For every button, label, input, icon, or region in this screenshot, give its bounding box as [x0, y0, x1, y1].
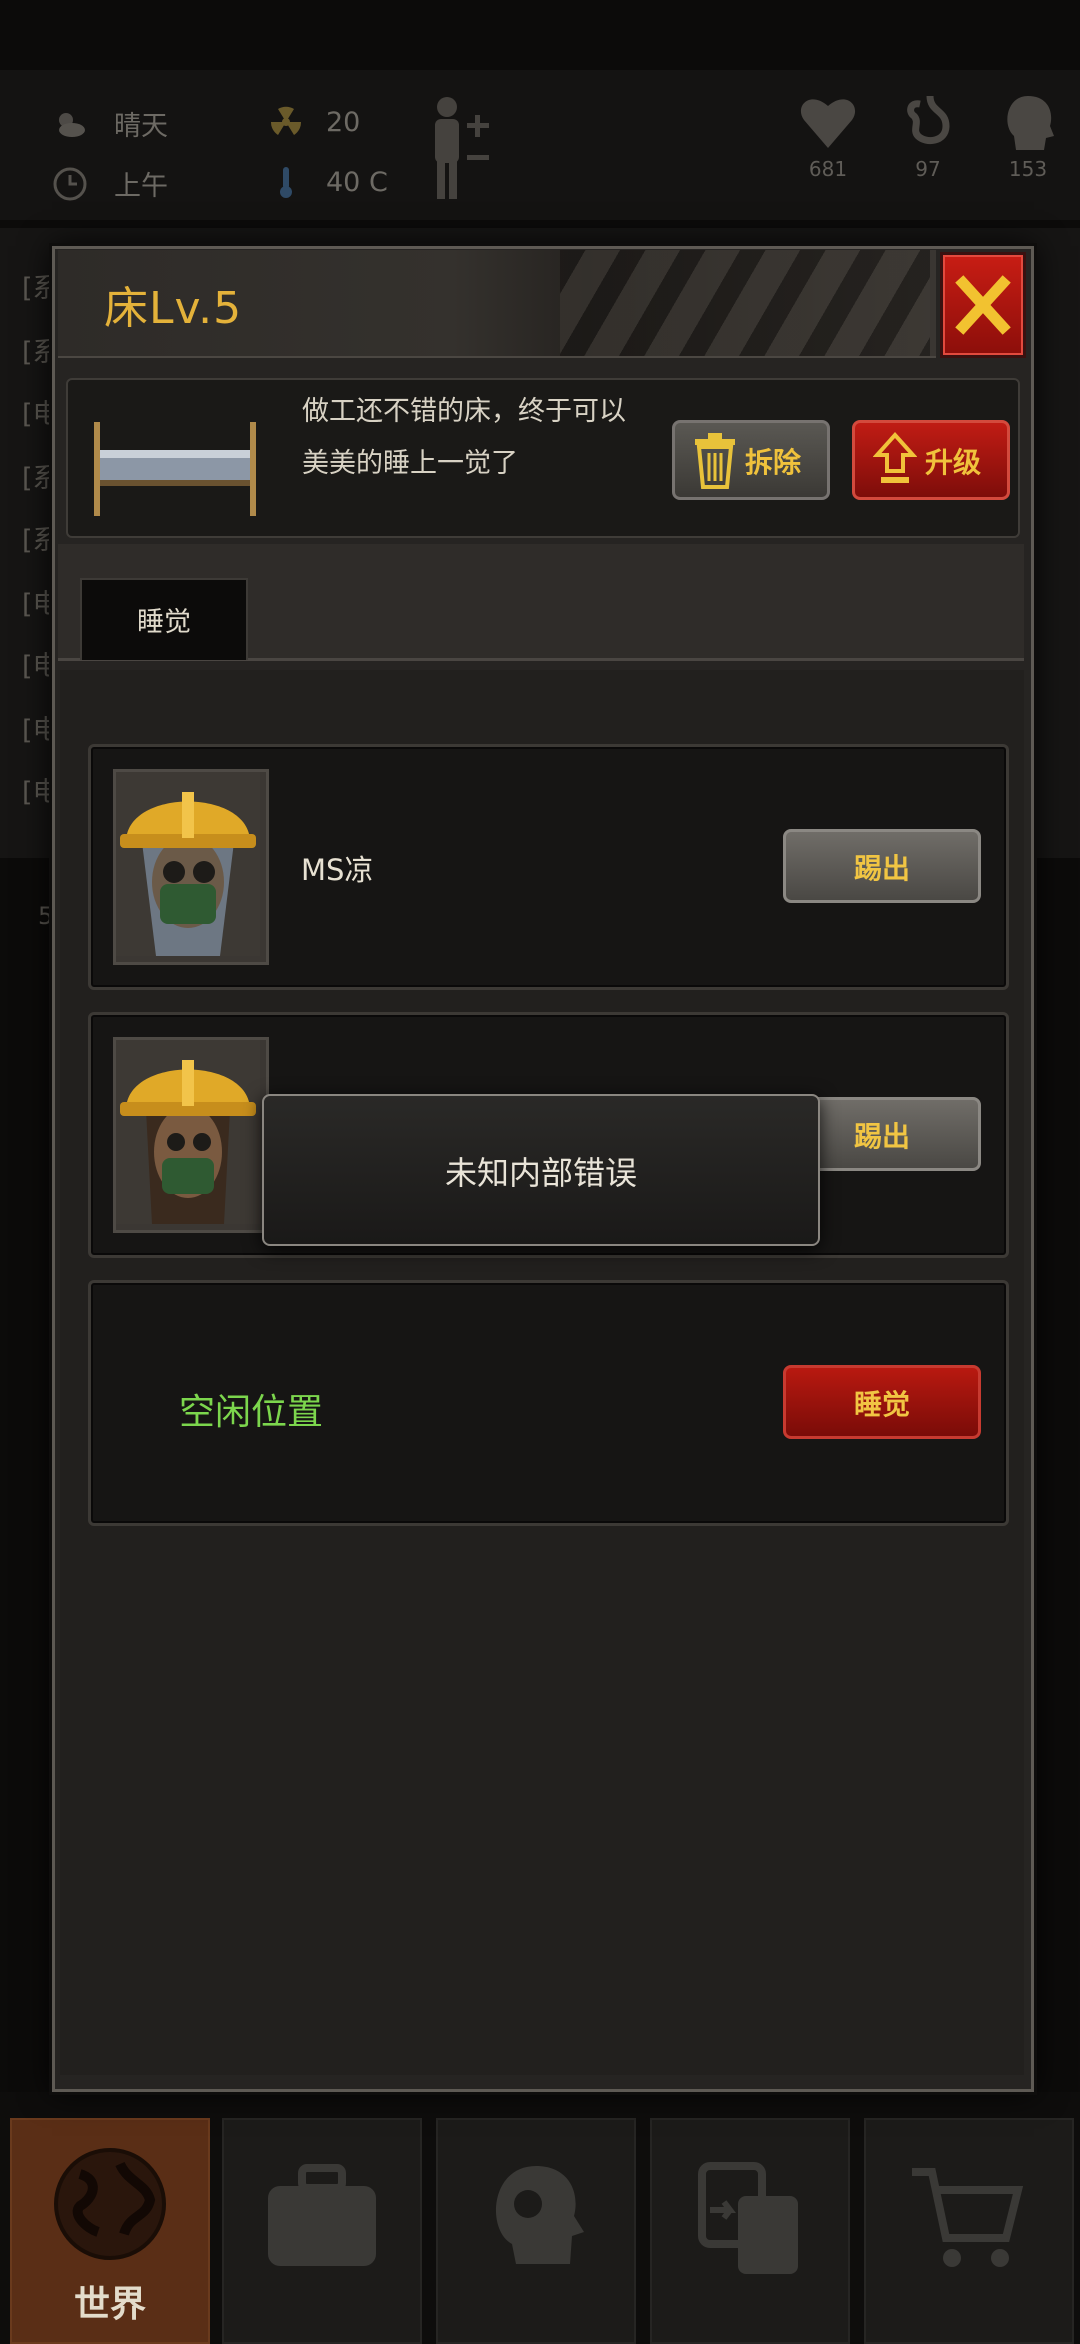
person-add-remove-icon[interactable]	[425, 95, 505, 205]
nav-skills-button[interactable]	[436, 2118, 636, 2344]
kick-out-button[interactable]: 踢出	[783, 829, 981, 903]
bed-icon	[94, 422, 256, 516]
log-number: 5	[38, 902, 54, 930]
heart-icon	[800, 99, 856, 148]
dismantle-button[interactable]: 拆除	[672, 420, 830, 500]
suitcase-icon	[268, 2164, 376, 2266]
close-button[interactable]	[940, 252, 1026, 358]
cart-icon	[912, 2168, 1024, 2267]
worker-avatar-icon	[116, 772, 260, 956]
dismantle-label: 拆除	[745, 446, 802, 479]
temperature-text: 40 C	[326, 166, 388, 198]
error-toast: 未知内部错误	[262, 1094, 820, 1246]
nav-trade-button[interactable]	[650, 2118, 850, 2344]
close-icon	[955, 275, 1011, 335]
sleeper-slot: MS凉 踢出	[88, 744, 1009, 990]
radiation-status: 20	[268, 104, 360, 140]
weather-text: 晴天	[114, 111, 168, 142]
toast-message: 未知内部错误	[444, 1154, 637, 1192]
empty-slot: 空闲位置 睡觉	[88, 1280, 1009, 1526]
tab-sleep-label: 睡觉	[137, 607, 191, 638]
globe-icon	[54, 2148, 166, 2260]
mood-value: 153	[1008, 157, 1048, 181]
sleep-button[interactable]: 睡觉	[783, 1365, 981, 1439]
character-name: MS凉	[301, 853, 374, 887]
head-gear-icon	[495, 2166, 584, 2264]
mood-stat: 153	[995, 92, 1061, 181]
head-icon	[1007, 96, 1054, 150]
upgrade-label: 升级	[925, 446, 982, 479]
trade-icon	[698, 2162, 798, 2274]
kick-out-label: 踢出	[853, 852, 910, 885]
worker-avatar-icon	[116, 1040, 260, 1224]
stomach-icon	[907, 95, 950, 145]
character-portrait	[113, 1037, 269, 1233]
nav-shop-button[interactable]	[864, 2118, 1074, 2344]
bed-description: 做工还不错的床，终于可以美美的睡上一觉了	[302, 396, 626, 479]
empty-slot-label: 空闲位置	[179, 1392, 324, 1433]
hunger-stat: 97	[895, 92, 961, 181]
nav-world-button[interactable]: 世界	[10, 2118, 210, 2344]
character-portrait	[113, 769, 269, 965]
hazard-stripes	[560, 250, 930, 356]
weather-status: 晴天	[52, 104, 168, 143]
clock-icon	[53, 167, 87, 200]
temperature-status: 40 C	[268, 164, 388, 200]
hunger-value: 97	[915, 157, 941, 181]
health-stat: 681	[795, 92, 861, 181]
dialog-title: 床Lv.5	[104, 283, 243, 334]
radiation-text: 20	[326, 106, 361, 138]
arrow-up-icon	[873, 432, 917, 483]
upgrade-button[interactable]: 升级	[852, 420, 1010, 500]
sleep-button-label: 睡觉	[853, 1388, 910, 1421]
time-status: 上午	[52, 164, 168, 203]
cloud-sun-icon	[59, 112, 85, 137]
tab-sleep[interactable]: 睡觉	[80, 578, 248, 660]
health-value: 681	[808, 157, 848, 181]
trash-icon	[695, 433, 735, 489]
radiation-icon	[270, 106, 302, 135]
nav-world-label: 世界	[73, 2284, 146, 2325]
time-text: 上午	[114, 171, 168, 202]
nav-inventory-button[interactable]	[222, 2118, 422, 2344]
thermometer-icon	[280, 167, 292, 198]
